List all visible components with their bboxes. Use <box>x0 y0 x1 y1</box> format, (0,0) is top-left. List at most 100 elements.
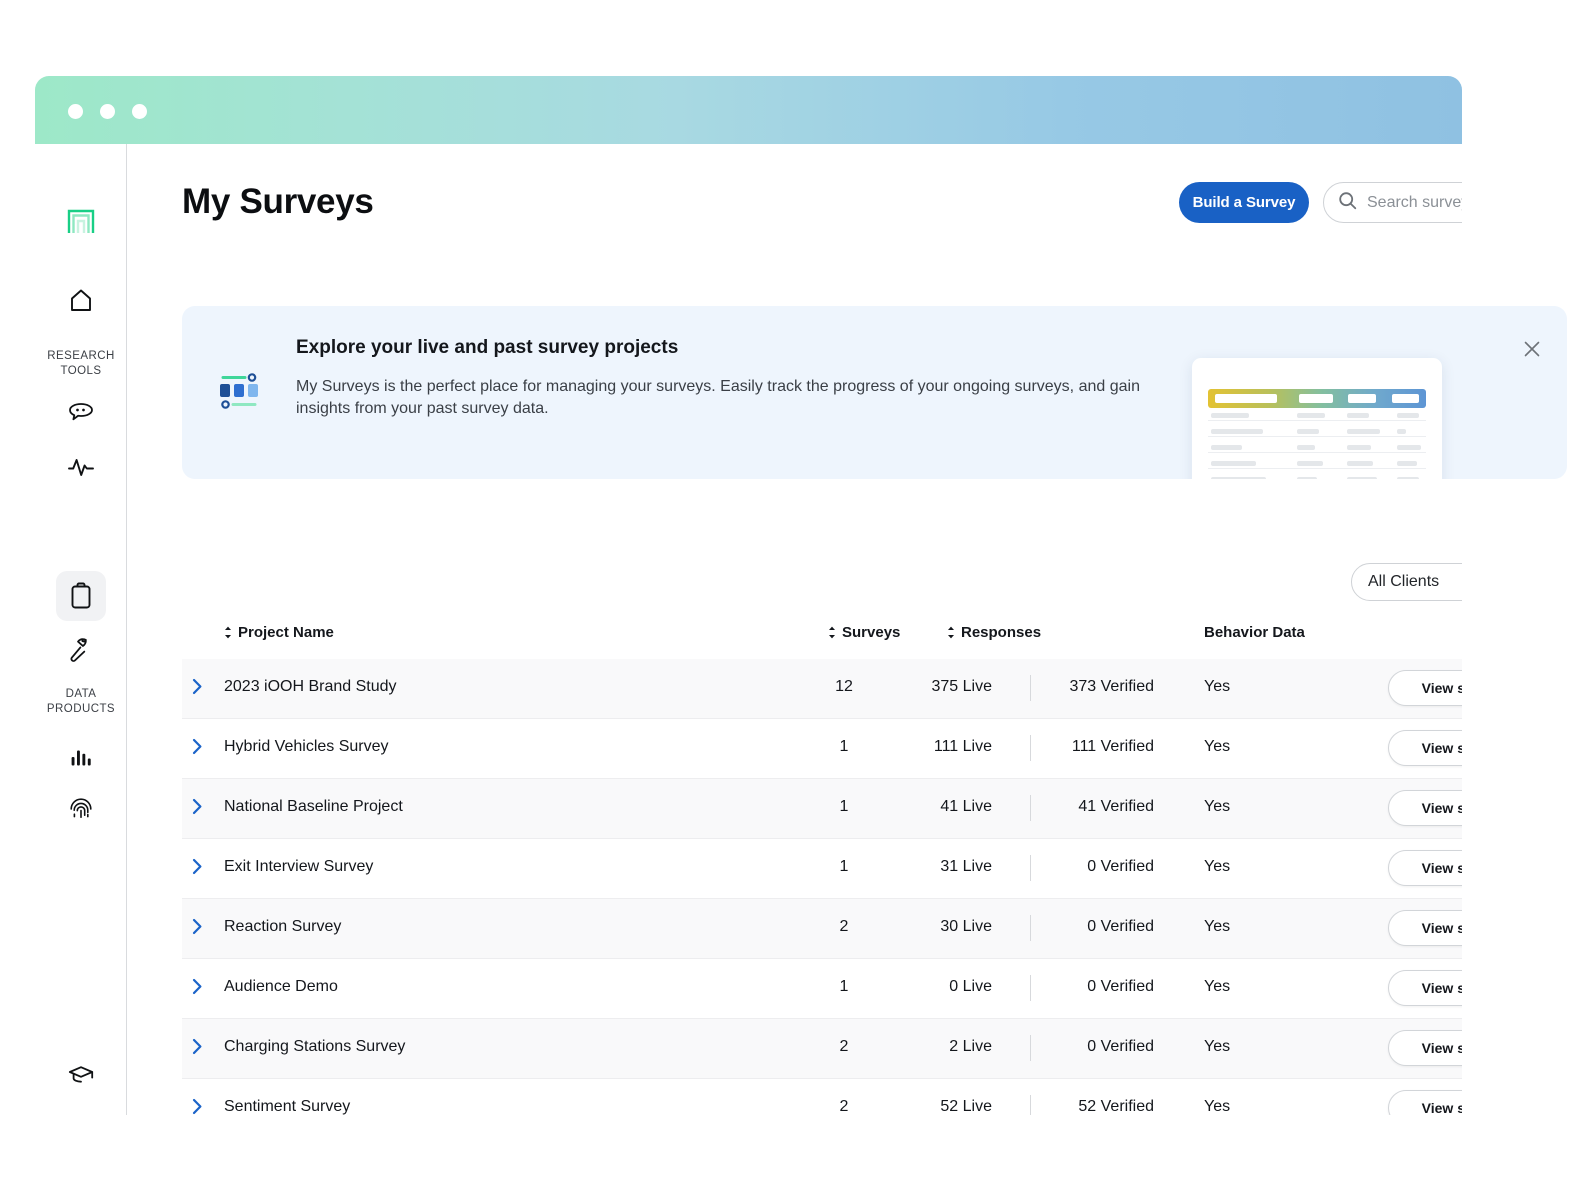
table-row[interactable]: National Baseline Project 1 41 Live 41 Veri… <box>182 779 1462 839</box>
search-input[interactable]: Search surveys and <box>1323 182 1462 223</box>
client-filter-dropdown[interactable]: All Clients <box>1351 563 1462 601</box>
row-project-name: Audience Demo <box>224 978 338 995</box>
sidebar: RESEARCH TOOLS DATA PRODUCTS <box>35 144 127 1115</box>
row-live-responses: 41 Live <box>940 798 992 815</box>
row-behavior-data: Yes <box>1204 738 1231 755</box>
view-survey-button[interactable]: View survey <box>1388 730 1462 766</box>
sort-icon <box>947 626 955 639</box>
traffic-light-buttons <box>68 104 147 119</box>
column-header-behavior-data-label: Behavior Data <box>1204 624 1305 641</box>
chevron-right-icon[interactable] <box>192 798 208 818</box>
window-titlebar <box>35 76 1462 144</box>
column-header-surveys-label: Surveys <box>842 624 901 641</box>
row-verified-responses: 111 Verified <box>1071 738 1154 755</box>
view-survey-button[interactable]: View survey <box>1388 970 1462 1006</box>
promo-illustration-header-cell <box>1348 394 1376 403</box>
view-survey-button[interactable]: View survey <box>1388 850 1462 886</box>
row-project-name: Hybrid Vehicles Survey <box>224 738 389 755</box>
row-surveys-count: 2 <box>839 1098 849 1115</box>
sidebar-item-pulse[interactable] <box>62 448 100 486</box>
view-survey-button[interactable]: View survey <box>1388 670 1462 706</box>
responses-divider <box>1030 1095 1031 1115</box>
row-behavior-data: Yes <box>1204 1038 1231 1055</box>
row-action: View survey <box>1388 730 1462 766</box>
row-action: View survey <box>1388 1090 1462 1115</box>
build-survey-button[interactable]: Build a Survey <box>1179 182 1309 223</box>
row-action: View survey <box>1388 1030 1462 1066</box>
responses-divider <box>1030 975 1031 1001</box>
sidebar-item-home[interactable] <box>62 281 100 319</box>
row-live-responses: 0 Live <box>949 978 992 995</box>
close-window-button[interactable] <box>68 104 83 119</box>
promo-illustration-header-cell <box>1299 394 1333 403</box>
column-header-responses[interactable]: Responses <box>947 624 1041 641</box>
table-body: 2023 iOOH Brand Study 12 375 Live 373 Verif… <box>182 659 1462 1115</box>
column-header-project-name-label: Project Name <box>238 624 334 641</box>
table-row[interactable]: Sentiment Survey 2 52 Live 52 Verified Yes Vi… <box>182 1079 1462 1115</box>
client-filter-value: All Clients <box>1368 573 1440 590</box>
promo-body: My Surveys is the perfect place for mana… <box>296 378 1140 417</box>
row-live-responses: 2 Live <box>949 1038 992 1055</box>
sidebar-item-analytics[interactable] <box>62 737 100 775</box>
row-project-name: Charging Stations Survey <box>224 1038 406 1055</box>
row-verified-responses: 41 Verified <box>1078 798 1154 815</box>
chevron-right-icon[interactable] <box>192 678 208 698</box>
row-action: View survey <box>1388 970 1462 1006</box>
chevron-right-icon[interactable] <box>192 978 208 998</box>
row-behavior-data: Yes <box>1204 678 1231 695</box>
sidebar-section-data-line1: DATA <box>65 688 97 700</box>
search-icon <box>1338 191 1357 215</box>
responses-divider <box>1030 855 1031 881</box>
chevron-right-icon[interactable] <box>192 738 208 758</box>
row-project-name: 2023 iOOH Brand Study <box>224 678 397 695</box>
chevron-right-icon[interactable] <box>192 1098 208 1115</box>
sort-icon <box>828 626 836 639</box>
column-header-behavior-data: Behavior Data <box>1204 624 1305 641</box>
table-row[interactable]: Exit Interview Survey 1 31 Live 0 Verified Y… <box>182 839 1462 899</box>
table-row[interactable]: Reaction Survey 2 30 Live 0 Verified Yes View… <box>182 899 1462 959</box>
sidebar-item-my-surveys[interactable] <box>62 577 100 615</box>
responses-divider <box>1030 735 1031 761</box>
row-surveys-count: 1 <box>839 738 849 755</box>
table-row[interactable]: Audience Demo 1 0 Live 0 Verified Yes View su… <box>182 959 1462 1019</box>
row-surveys-count: 12 <box>835 678 853 695</box>
survey-settings-icon <box>217 368 265 419</box>
chevron-right-icon[interactable] <box>192 918 208 938</box>
view-survey-button[interactable]: View survey <box>1388 910 1462 946</box>
row-project-name: Exit Interview Survey <box>224 858 374 875</box>
sidebar-item-identity[interactable] <box>62 790 100 828</box>
row-live-responses: 31 Live <box>940 858 992 875</box>
row-live-responses: 30 Live <box>940 918 992 935</box>
row-verified-responses: 0 Verified <box>1087 978 1154 995</box>
column-header-project-name[interactable]: Project Name <box>224 624 334 641</box>
row-surveys-count: 2 <box>839 918 849 935</box>
chevron-right-icon[interactable] <box>192 1038 208 1058</box>
table-row[interactable]: Charging Stations Survey 2 2 Live 0 Verifie… <box>182 1019 1462 1079</box>
column-header-surveys[interactable]: Surveys <box>828 624 900 641</box>
table-row[interactable]: 2023 iOOH Brand Study 12 375 Live 373 Verif… <box>182 659 1462 719</box>
sidebar-item-learning[interactable] <box>62 1056 100 1094</box>
view-survey-button[interactable]: View survey <box>1388 1090 1462 1115</box>
promo-close-button[interactable] <box>1521 338 1543 360</box>
table-header-row: Project Name Surveys Responses Behavior … <box>182 610 1462 659</box>
chevron-right-icon[interactable] <box>192 858 208 878</box>
promo-heading: Explore your live and past survey projec… <box>296 337 679 358</box>
maximize-window-button[interactable] <box>132 104 147 119</box>
sidebar-item-speech-bubble[interactable] <box>62 393 100 431</box>
sidebar-section-research-tools: RESEARCH TOOLS <box>35 349 127 379</box>
view-survey-button[interactable]: View survey <box>1388 790 1462 826</box>
portal-logo[interactable] <box>62 202 100 240</box>
sidebar-item-builder[interactable] <box>62 631 100 669</box>
row-behavior-data: Yes <box>1204 1098 1231 1115</box>
surveys-table: Project Name Surveys Responses Behavior … <box>182 610 1462 1115</box>
row-verified-responses: 0 Verified <box>1087 918 1154 935</box>
row-verified-responses: 0 Verified <box>1087 1038 1154 1055</box>
table-row[interactable]: Hybrid Vehicles Survey 1 111 Live 111 Verif… <box>182 719 1462 779</box>
minimize-window-button[interactable] <box>100 104 115 119</box>
row-project-name: Reaction Survey <box>224 918 342 935</box>
view-survey-button[interactable]: View survey <box>1388 1030 1462 1066</box>
row-action: View survey <box>1388 790 1462 826</box>
sort-icon <box>224 626 232 639</box>
promo-banner: Explore your live and past survey projec… <box>182 306 1567 479</box>
promo-illustration-header-cell <box>1215 394 1277 403</box>
